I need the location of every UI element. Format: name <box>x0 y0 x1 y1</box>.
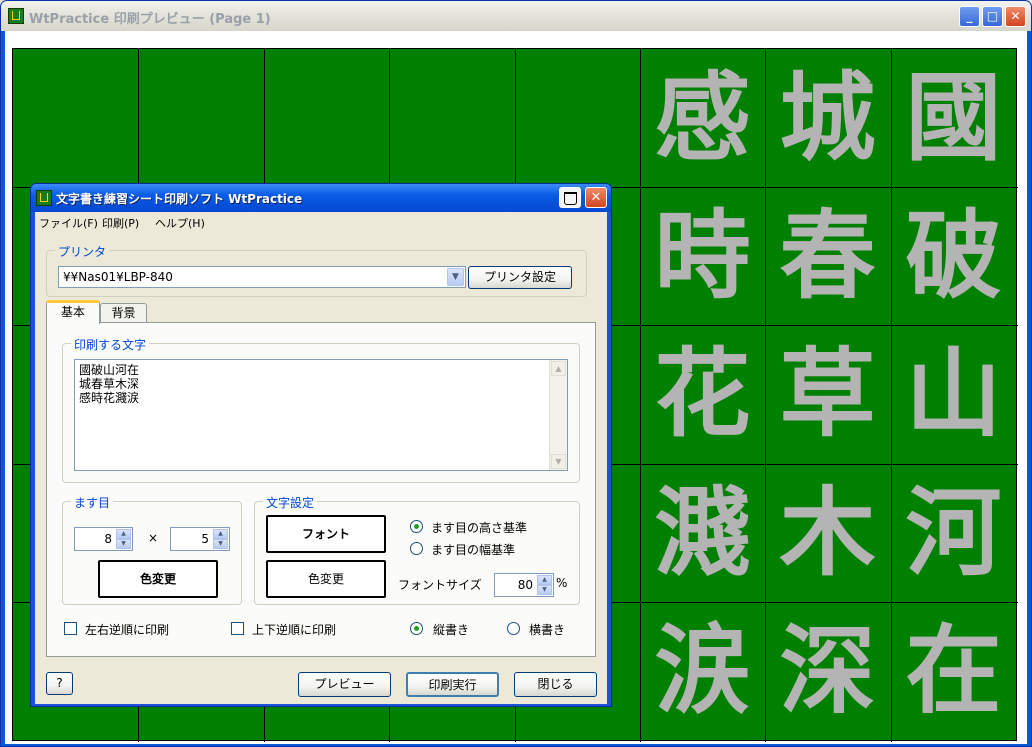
menu-help[interactable]: ヘルプ(H) <box>155 215 205 231</box>
radio-horizontal[interactable] <box>507 622 520 635</box>
stepper-up-icon[interactable]: ▲ <box>537 575 552 585</box>
scroll-down-icon[interactable]: ▼ <box>551 454 566 469</box>
radio-horizontal-label: 横書き <box>529 623 566 637</box>
font-size-value: 80 <box>517 578 533 592</box>
menu-file[interactable]: ファイル(F) <box>39 215 98 231</box>
radio-width-basis[interactable] <box>410 542 423 555</box>
practice-character: 春 <box>779 199 876 312</box>
dialog-app-icon[interactable] <box>36 190 52 206</box>
app-icon[interactable] <box>8 8 24 24</box>
close-window-button[interactable]: ✕ <box>1005 6 1026 27</box>
practice-character: 時 <box>654 199 751 312</box>
dialog-title: 文字書き練習シート印刷ソフト WtPractice <box>56 192 303 206</box>
mirror-ud-label: 上下逆順に印刷 <box>252 623 337 637</box>
practice-character: 山 <box>905 337 1002 450</box>
practice-character: 國 <box>905 61 1002 174</box>
text-line: 感時花濺涙 <box>79 391 140 405</box>
chevron-down-icon[interactable]: ▼ <box>447 268 464 286</box>
printer-select[interactable]: ¥¥Nas01¥LBP-840 ▼ <box>58 266 466 288</box>
close-button[interactable]: 閉じる <box>514 672 597 697</box>
practice-character: 感 <box>654 61 751 174</box>
dialog-close-icon[interactable]: ✕ <box>585 187 607 208</box>
preview-button[interactable]: プレビュー <box>298 672 391 697</box>
help-button[interactable]: ? <box>46 672 73 695</box>
font-button[interactable]: フォント <box>266 515 386 553</box>
radio-width-basis-label: ます目の幅基準 <box>431 543 516 557</box>
radio-vertical-label: 縦書き <box>433 623 470 637</box>
practice-character: 在 <box>905 614 1002 727</box>
settings-dialog: 文字書き練習シート印刷ソフト WtPractice ✕ ファイル(F) 印刷(P… <box>30 183 612 707</box>
stepper-down-icon[interactable]: ▼ <box>116 539 131 549</box>
grid-color-button[interactable]: 色変更 <box>98 560 218 598</box>
stepper-down-icon[interactable]: ▼ <box>537 585 552 595</box>
mirror-ud-checkbox[interactable] <box>231 622 244 635</box>
mirror-lr-label: 左右逆順に印刷 <box>85 623 170 637</box>
percent-sign: % <box>556 576 568 590</box>
stepper-up-icon[interactable]: ▲ <box>213 529 228 539</box>
menu-bar: ファイル(F) 印刷(P) ヘルプ(H) <box>35 212 607 232</box>
stepper-down-icon[interactable]: ▼ <box>213 539 228 549</box>
dialog-body: ファイル(F) 印刷(P) ヘルプ(H) プリンタ ¥¥Nas01¥LBP-84… <box>35 212 607 704</box>
tab-page-basic: 印刷する文字 國破山河在 城春草木深 感時花濺涙 ▲ ▼ ます目 8 ▲ ▼ ×… <box>46 322 596 657</box>
grid-rows-value: 5 <box>201 532 209 546</box>
grid-columns-stepper[interactable]: 8 ▲ ▼ <box>74 527 133 551</box>
practice-character: 破 <box>905 199 1002 312</box>
text-group-label: 印刷する文字 <box>71 336 150 353</box>
menu-print[interactable]: 印刷(P) <box>102 215 139 231</box>
text-line: 國破山河在 <box>79 363 140 377</box>
char-color-button[interactable]: 色変更 <box>266 560 386 598</box>
grid-rows-stepper[interactable]: 5 ▲ ▼ <box>170 527 230 551</box>
times-sign: × <box>148 531 159 545</box>
mirror-lr-checkbox[interactable] <box>64 622 77 635</box>
tray-button[interactable] <box>559 187 581 208</box>
tab-basic[interactable]: 基本 <box>46 300 100 324</box>
print-text-input[interactable]: 國破山河在 城春草木深 感時花濺涙 ▲ ▼ <box>74 359 568 471</box>
practice-character: 城 <box>779 61 876 174</box>
char-settings-group-label: 文字設定 <box>263 494 318 511</box>
preview-window-title: WtPractice 印刷プレビュー (Page 1) <box>29 12 271 27</box>
font-size-stepper[interactable]: 80 ▲ ▼ <box>494 573 554 597</box>
text-scrollbar[interactable]: ▲ ▼ <box>549 360 567 470</box>
practice-character: 花 <box>654 337 751 450</box>
radio-vertical[interactable] <box>410 622 423 635</box>
stepper-up-icon[interactable]: ▲ <box>116 529 131 539</box>
printer-group-label: プリンタ <box>55 243 110 260</box>
practice-character: 木 <box>779 476 876 589</box>
grid-columns-value: 8 <box>104 532 112 546</box>
tab-background[interactable]: 背景 <box>100 303 147 323</box>
preview-title-bar[interactable]: WtPractice 印刷プレビュー (Page 1) _ □ ✕ <box>1 1 1031 31</box>
radio-height-basis-label: ます目の高さ基準 <box>431 521 528 535</box>
printer-select-value: ¥¥Nas01¥LBP-840 <box>63 270 173 284</box>
practice-character: 河 <box>905 476 1002 589</box>
grid-group-label: ます目 <box>71 494 114 511</box>
minimize-button[interactable]: _ <box>959 6 980 27</box>
maximize-button[interactable]: □ <box>982 6 1003 27</box>
practice-character: 深 <box>779 614 876 727</box>
practice-character: 草 <box>779 337 876 450</box>
text-line: 城春草木深 <box>79 377 140 391</box>
practice-character: 濺 <box>654 476 751 589</box>
radio-height-basis[interactable] <box>410 520 423 533</box>
practice-character: 涙 <box>654 614 751 727</box>
printer-settings-button[interactable]: プリンタ設定 <box>468 266 572 289</box>
scroll-up-icon[interactable]: ▲ <box>551 361 566 376</box>
dialog-title-bar[interactable]: 文字書き練習シート印刷ソフト WtPractice ✕ <box>31 184 611 212</box>
font-size-label: フォントサイズ <box>398 578 482 592</box>
print-button[interactable]: 印刷実行 <box>406 672 499 697</box>
